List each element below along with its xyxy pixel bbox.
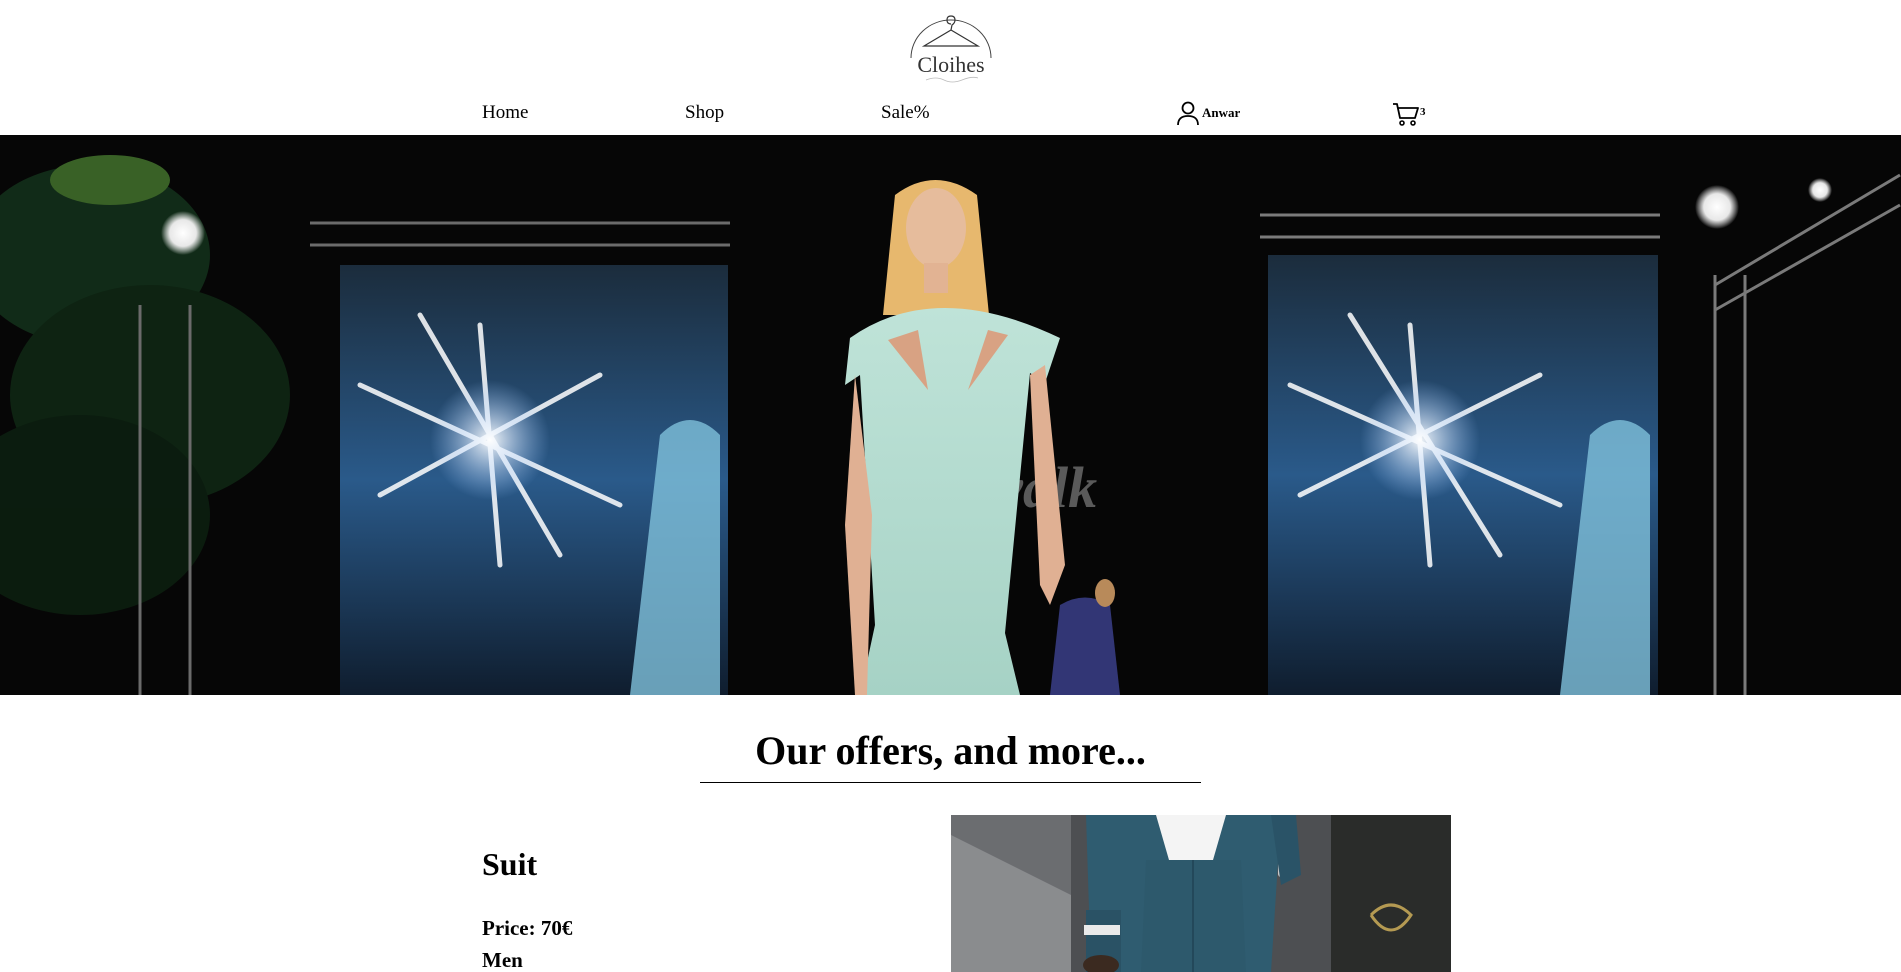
product-suit-photo bbox=[951, 815, 1451, 972]
offers-divider bbox=[700, 782, 1201, 783]
cart-button[interactable]: 3 bbox=[1392, 101, 1426, 127]
nav-home-link[interactable]: Home bbox=[482, 100, 528, 126]
logo-hanger-icon: Cloihes bbox=[910, 15, 992, 83]
logo-wordmark: Cloihes bbox=[917, 52, 984, 77]
offers-heading: Our offers, and more... bbox=[755, 728, 1146, 773]
product-name: Suit bbox=[482, 846, 538, 882]
product-image[interactable] bbox=[951, 815, 1451, 972]
user-account-button[interactable]: Anwar bbox=[1176, 100, 1240, 126]
product-price: Price: 70€ bbox=[482, 916, 573, 940]
main-nav: Home Shop Sale% Anwar 3 bbox=[0, 100, 1901, 134]
user-name: Anwar bbox=[1202, 105, 1241, 120]
user-icon bbox=[1177, 101, 1199, 126]
hero-runway-image: #D twalk bbox=[0, 135, 1901, 695]
cart-icon bbox=[1393, 103, 1419, 126]
brand-logo[interactable]: Cloihes bbox=[906, 10, 996, 86]
nav-shop-link[interactable]: Shop bbox=[685, 100, 724, 126]
cart-count-badge: 3 bbox=[1420, 106, 1426, 118]
hero-banner: #D twalk bbox=[0, 135, 1901, 695]
product-category: Men bbox=[482, 948, 523, 972]
nav-sale-link[interactable]: Sale% bbox=[881, 100, 930, 126]
